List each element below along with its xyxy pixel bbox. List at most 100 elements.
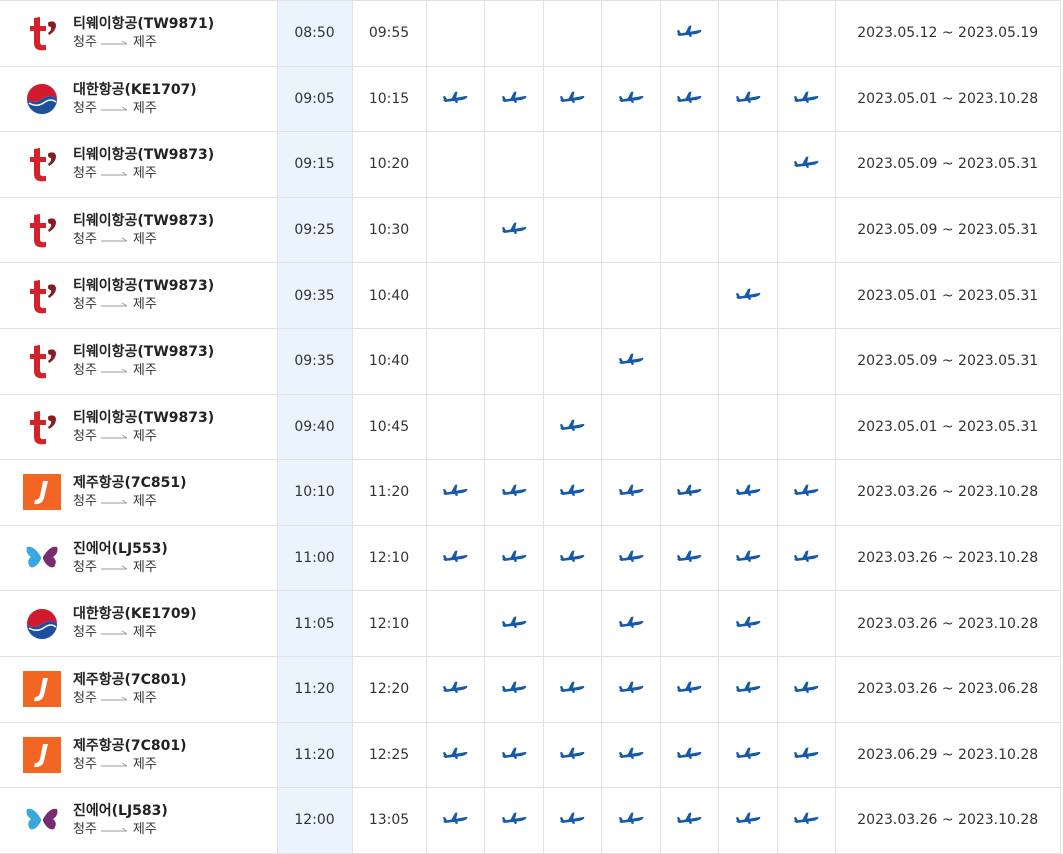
airplane-icon xyxy=(501,483,527,501)
operating-period: 2023.05.09 ~ 2023.05.31 xyxy=(835,328,1061,395)
airplane-icon xyxy=(676,549,702,567)
route-destination: 제주 xyxy=(132,625,157,641)
operating-period: 2023.03.26 ~ 2023.06.28 xyxy=(835,656,1061,723)
day-cell xyxy=(601,590,661,657)
flight-row[interactable]: 제주항공(7C801) 청주 제주 11:20 12:20 2023.03.26… xyxy=(0,656,1061,723)
long-arrow-right-icon xyxy=(100,690,129,708)
airplane-icon xyxy=(793,549,819,567)
day-cell xyxy=(660,328,719,395)
operating-period: 2023.06.29 ~ 2023.10.28 xyxy=(835,722,1061,789)
day-cell xyxy=(426,328,485,395)
flight-row[interactable]: 티웨이항공(TW9873) 청주 제주 09:35 10:40 2023.05.… xyxy=(0,328,1061,395)
flight-row[interactable]: 대한항공(KE1709) 청주 제주 11:05 12:10 2023.03.2… xyxy=(0,590,1061,657)
day-cell xyxy=(426,131,485,198)
day-cell xyxy=(660,0,719,67)
flight-row[interactable]: 제주항공(7C801) 청주 제주 11:20 12:25 2023.06.29… xyxy=(0,722,1061,789)
day-cell xyxy=(426,787,485,854)
airplane-icon xyxy=(735,287,761,305)
day-cell xyxy=(484,328,544,395)
operating-period: 2023.03.26 ~ 2023.10.28 xyxy=(835,590,1061,657)
day-cell xyxy=(777,656,836,723)
route-origin: 청주 xyxy=(73,756,97,772)
airline-cell: 제주항공(7C851) 청주 제주 xyxy=(0,459,278,526)
flight-row[interactable]: 티웨이항공(TW9873) 청주 제주 09:15 10:20 2023.05.… xyxy=(0,131,1061,198)
route-destination: 제주 xyxy=(132,34,157,50)
day-cell xyxy=(484,66,544,133)
airplane-icon xyxy=(442,483,468,501)
airline-logo xyxy=(23,736,61,774)
airline-cell: 진에어(LJ553) 청주 제주 xyxy=(0,525,278,592)
airplane-icon xyxy=(735,483,761,501)
airplane-icon xyxy=(793,811,819,829)
day-cell xyxy=(718,131,778,198)
route: 청주 제주 xyxy=(73,165,214,183)
day-cell xyxy=(777,525,836,592)
airline-logo xyxy=(23,605,61,643)
airplane-icon xyxy=(618,746,644,764)
day-cell xyxy=(426,197,485,264)
tway-logo-icon xyxy=(30,214,56,248)
route-destination: 제주 xyxy=(132,756,157,772)
route-destination: 제주 xyxy=(132,166,157,182)
arrival-time: 10:20 xyxy=(352,131,427,198)
day-cell xyxy=(660,525,719,592)
arrival-time: 12:10 xyxy=(352,525,427,592)
airplane-icon xyxy=(793,155,819,173)
route: 청주 제주 xyxy=(73,493,187,511)
airline-flight-name: 제주항공(7C801) xyxy=(73,737,187,754)
flight-rows: 티웨이항공(TW9871) 청주 제주 08:50 09:55 2023.05.… xyxy=(0,0,1061,854)
day-cell xyxy=(484,525,544,592)
route: 청주 제주 xyxy=(73,821,168,839)
airplane-icon xyxy=(735,615,761,633)
operating-period: 2023.05.01 ~ 2023.05.31 xyxy=(835,394,1061,461)
arrival-time: 12:25 xyxy=(352,722,427,789)
operating-period: 2023.05.01 ~ 2023.10.28 xyxy=(835,66,1061,133)
airline-cell: 티웨이항공(TW9873) 청주 제주 xyxy=(0,262,278,329)
day-cell xyxy=(426,0,485,67)
day-cell xyxy=(660,262,719,329)
day-cell xyxy=(426,525,485,592)
airline-logo xyxy=(23,80,61,118)
flight-row[interactable]: 티웨이항공(TW9871) 청주 제주 08:50 09:55 2023.05.… xyxy=(0,0,1061,67)
day-cell xyxy=(718,262,778,329)
arrival-time: 10:40 xyxy=(352,328,427,395)
long-arrow-right-icon xyxy=(100,34,129,52)
tway-logo-icon xyxy=(30,148,56,182)
airplane-icon xyxy=(618,90,644,108)
flight-row[interactable]: 티웨이항공(TW9873) 청주 제주 09:40 10:45 2023.05.… xyxy=(0,394,1061,461)
departure-time: 11:05 xyxy=(277,590,353,657)
taeguk-logo-icon xyxy=(26,608,58,640)
airplane-icon xyxy=(501,221,527,239)
airline-logo xyxy=(23,801,61,839)
arrival-time: 12:10 xyxy=(352,590,427,657)
butterfly-logo-icon xyxy=(26,546,58,568)
airline-flight-name: 티웨이항공(TW9871) xyxy=(73,16,215,33)
flight-row[interactable]: 진에어(LJ583) 청주 제주 12:00 13:05 2023.03.26 … xyxy=(0,787,1061,854)
flight-row[interactable]: 제주항공(7C851) 청주 제주 10:10 11:20 2023.03.26… xyxy=(0,459,1061,526)
airplane-icon xyxy=(676,90,702,108)
taeguk-logo-icon xyxy=(26,83,58,115)
airline-logo xyxy=(23,145,61,183)
route: 청주 제주 xyxy=(73,756,187,774)
airplane-icon xyxy=(559,746,585,764)
airplane-icon xyxy=(735,811,761,829)
flight-row[interactable]: 진에어(LJ553) 청주 제주 11:00 12:10 2023.03.26 … xyxy=(0,525,1061,592)
airplane-icon xyxy=(559,680,585,698)
airline-flight-name: 대한항공(KE1709) xyxy=(73,606,197,623)
route-destination: 제주 xyxy=(132,494,157,510)
day-cell xyxy=(777,262,836,329)
day-cell xyxy=(484,131,544,198)
departure-time: 08:50 xyxy=(277,0,353,67)
flight-row[interactable]: 티웨이항공(TW9873) 청주 제주 09:25 10:30 2023.05.… xyxy=(0,197,1061,264)
airplane-icon xyxy=(559,549,585,567)
day-cell xyxy=(718,525,778,592)
operating-period: 2023.03.26 ~ 2023.10.28 xyxy=(835,459,1061,526)
route-destination: 제주 xyxy=(132,297,157,313)
day-cell xyxy=(601,328,661,395)
operating-period: 2023.05.09 ~ 2023.05.31 xyxy=(835,131,1061,198)
day-cell xyxy=(718,722,778,789)
flight-row[interactable]: 대한항공(KE1707) 청주 제주 09:05 10:15 2023.05.0… xyxy=(0,66,1061,133)
flight-row[interactable]: 티웨이항공(TW9873) 청주 제주 09:35 10:40 2023.05.… xyxy=(0,262,1061,329)
arrival-time: 10:45 xyxy=(352,394,427,461)
butterfly-logo-icon xyxy=(26,809,58,830)
